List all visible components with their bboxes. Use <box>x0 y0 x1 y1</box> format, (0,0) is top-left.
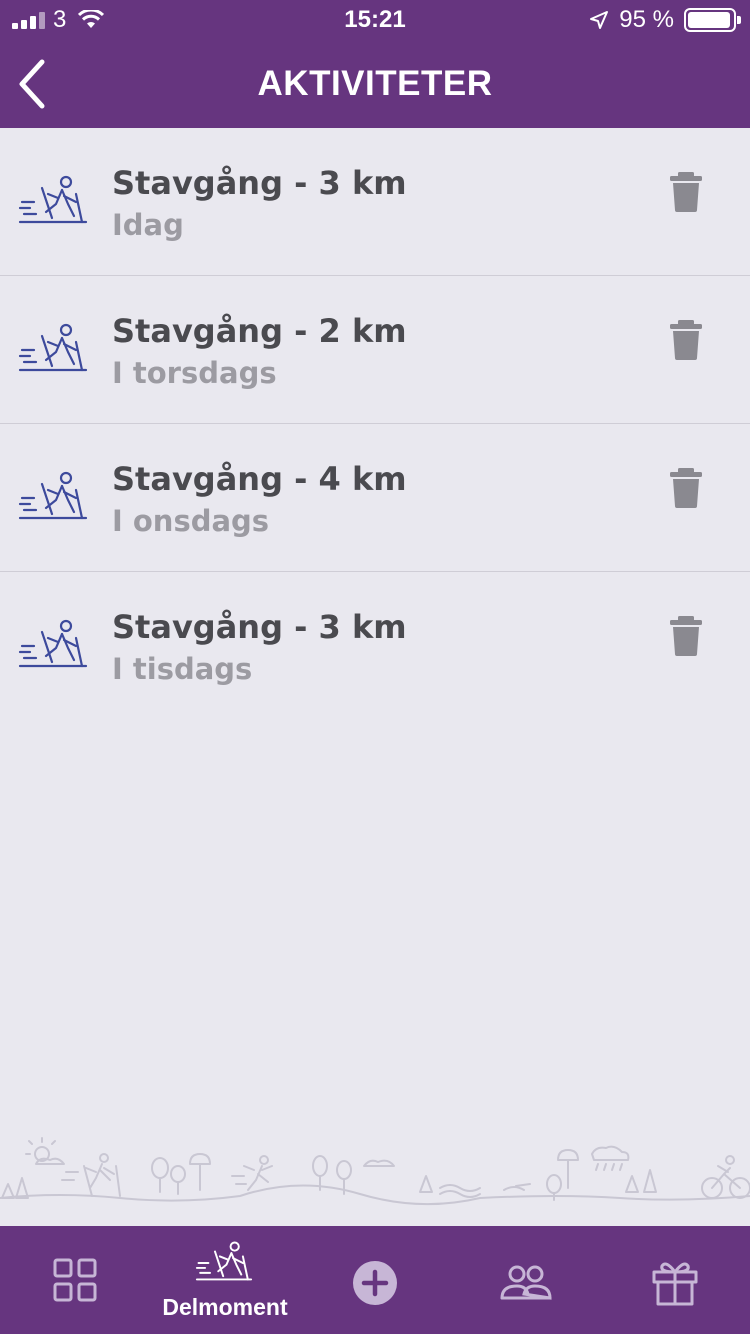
page-title: AKTIVITETER <box>257 64 493 103</box>
nav-bar: AKTIVITETER <box>0 40 750 128</box>
list-item[interactable]: Stavgång - 4 km I onsdags <box>0 424 750 572</box>
header: 3 15:21 95 % AKTIVITETER <box>0 0 750 128</box>
activity-date: I tisdags <box>112 652 253 686</box>
activity-title: Stavgång - 3 km <box>112 164 407 202</box>
gift-icon <box>652 1262 698 1306</box>
battery-fill <box>688 12 730 28</box>
nordic-walking-icon <box>18 323 88 372</box>
activity-list: Stavgång - 3 km Idag Stavgång - 2 km I t… <box>0 128 750 720</box>
list-item[interactable]: Stavgång - 3 km Idag <box>0 128 750 276</box>
trash-icon[interactable] <box>668 616 704 656</box>
trash-icon[interactable] <box>668 172 704 212</box>
tab-add[interactable] <box>300 1226 450 1334</box>
status-right: 95 % <box>589 6 741 34</box>
landscape-illustration <box>0 1137 750 1206</box>
grid-icon <box>53 1258 97 1302</box>
tab-delmoment[interactable]: Delmoment <box>150 1226 300 1334</box>
trash-icon[interactable] <box>668 468 704 508</box>
nordic-walking-icon <box>195 1241 253 1281</box>
list-item[interactable]: Stavgång - 2 km I torsdags <box>0 276 750 424</box>
tab-bar: Delmoment <box>0 1226 750 1334</box>
add-circle-icon <box>353 1261 397 1305</box>
battery-icon <box>684 8 741 32</box>
tab-community[interactable] <box>450 1226 600 1334</box>
tab-rewards[interactable] <box>600 1226 750 1334</box>
trash-icon[interactable] <box>668 320 704 360</box>
activity-title: Stavgång - 2 km <box>112 312 407 350</box>
activity-date: I torsdags <box>112 356 277 390</box>
nordic-walking-icon <box>18 619 88 668</box>
activity-title: Stavgång - 4 km <box>112 460 407 498</box>
activity-title: Stavgång - 3 km <box>112 608 407 646</box>
people-icon <box>500 1265 552 1300</box>
app-screen: 3 15:21 95 % AKTIVITETER Stavgång - 3 km… <box>0 0 750 1334</box>
location-arrow-icon <box>590 11 609 29</box>
nordic-walking-icon <box>18 471 88 520</box>
status-bar: 3 15:21 95 % <box>0 0 750 40</box>
tab-label: Delmoment <box>162 1294 288 1320</box>
activity-date: I onsdags <box>112 504 270 538</box>
battery-percent: 95 % <box>619 6 674 33</box>
nordic-walking-icon <box>18 175 88 224</box>
activity-date: Idag <box>112 208 184 242</box>
list-item[interactable]: Stavgång - 3 km I tisdags <box>0 572 750 720</box>
tab-overview[interactable] <box>0 1226 150 1334</box>
